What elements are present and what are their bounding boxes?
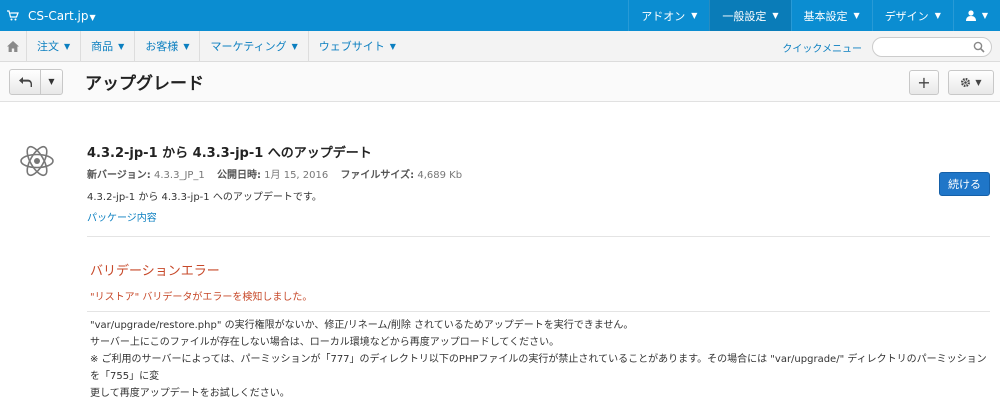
plus-icon: + <box>917 73 931 92</box>
subnav-website[interactable]: ウェブサイト ▼ <box>309 31 406 62</box>
update-description: 4.3.2-jp-1 から 4.3.3-jp-1 へのアップデートです。 <box>87 192 322 203</box>
subnav-label: マーケティング <box>210 40 287 53</box>
date-label: 公開日時: <box>216 170 261 181</box>
topnav-design[interactable]: デザイン ▼ <box>871 0 953 31</box>
quick-menu-link[interactable]: クイックメニュー <box>782 40 862 55</box>
chevron-down-icon: ▼ <box>975 78 982 87</box>
divider <box>87 236 990 237</box>
cart-icon[interactable] <box>0 10 26 21</box>
chevron-down-icon: ▼ <box>183 41 190 51</box>
validation-error-message: "リストア" バリデータがエラーを検知しました。 <box>90 292 313 303</box>
version-label: 新バージョン: <box>87 170 151 181</box>
atom-icon <box>18 142 56 183</box>
search-icon[interactable] <box>973 41 985 53</box>
validation-error-detail: "var/upgrade/restore.php" の実行権限がないか、修正/リ… <box>90 317 990 402</box>
chevron-down-icon: ▼ <box>291 41 298 51</box>
detail-line: ※ ご利用のサーバーによっては、パーミッションが「777」のディレクトリ以下のP… <box>90 354 987 382</box>
divider <box>87 311 990 312</box>
chevron-down-icon: ▼ <box>48 77 55 86</box>
user-icon <box>965 10 976 21</box>
subnav-label: 商品 <box>91 40 114 53</box>
date-value: 1月 15, 2016 <box>264 170 329 181</box>
topnav-label: 基本設定 <box>803 9 848 23</box>
chevron-down-icon: ▼ <box>981 11 988 20</box>
back-arrow-icon <box>18 76 32 87</box>
subnav-label: ウェブサイト <box>318 40 385 53</box>
size-label: ファイルサイズ: <box>340 170 415 181</box>
topnav-label: 一般設定 <box>722 9 767 23</box>
chevron-down-icon: ▼ <box>772 11 779 20</box>
chevron-down-icon: ▼ <box>389 41 396 51</box>
store-name: CS-Cart.jp <box>28 8 89 23</box>
settings-dropdown[interactable]: ▼ <box>948 70 994 95</box>
home-button[interactable] <box>0 30 27 62</box>
chevron-down-icon: ▼ <box>64 41 71 51</box>
topnav-addons[interactable]: アドオン ▼ <box>628 0 709 31</box>
chevron-down-icon: ▼ <box>853 11 860 20</box>
gear-icon <box>961 78 971 87</box>
topnav-label: アドオン <box>641 9 686 23</box>
add-button[interactable]: + <box>909 70 939 95</box>
size-value: 4,689 Kb <box>417 170 463 181</box>
subnav-products[interactable]: 商品 ▼ <box>81 30 136 62</box>
chevron-down-icon: ▼ <box>118 41 125 51</box>
home-icon <box>7 40 19 52</box>
top-bar: CS-Cart.jp▼ アドオン ▼ 一般設定 ▼ 基本設定 ▼ デザイン ▼ ▼ <box>0 0 1000 31</box>
store-switcher[interactable]: CS-Cart.jp▼ <box>28 9 96 23</box>
page-title: アップグレード <box>85 74 204 94</box>
topnav-label: デザイン <box>884 9 929 23</box>
package-contents-link[interactable]: パッケージ内容 <box>87 209 157 224</box>
chevron-down-icon: ▼ <box>934 11 941 20</box>
subnav-customers[interactable]: お客様 ▼ <box>135 30 201 62</box>
update-meta: 新バージョン: 4.3.3_JP_1 公開日時: 1月 15, 2016 ファイ… <box>87 166 462 181</box>
validation-error-title: バリデーションエラー <box>90 264 220 279</box>
detail-line: 更して再度アップデートをお試しください。 <box>90 388 290 399</box>
topnav-general-settings[interactable]: 一般設定 ▼ <box>709 0 791 31</box>
update-title: 4.3.2-jp-1 から 4.3.3-jp-1 へのアップデート <box>87 146 372 161</box>
back-history-dropdown[interactable]: ▼ <box>40 69 62 94</box>
topnav-basic-settings[interactable]: 基本設定 ▼ <box>790 0 872 31</box>
main-content: 4.3.2-jp-1 から 4.3.3-jp-1 へのアップデート 新バージョン… <box>0 102 1000 406</box>
subnav-marketing[interactable]: マーケティング ▼ <box>200 30 309 62</box>
detail-line: "var/upgrade/restore.php" の実行権限がないか、修正/リ… <box>90 320 634 331</box>
version-value: 4.3.3_JP_1 <box>154 170 205 181</box>
back-button-group: ▼ <box>9 68 63 95</box>
chevron-down-icon: ▼ <box>89 12 96 22</box>
back-button[interactable] <box>10 70 40 94</box>
continue-button[interactable]: 続ける <box>939 172 990 196</box>
search-input[interactable] <box>872 37 992 57</box>
user-menu[interactable]: ▼ <box>952 0 1000 31</box>
title-bar: ▼ アップグレード + ▼ <box>0 62 1000 102</box>
subnav-label: 注文 <box>37 40 59 53</box>
subnav-label: お客様 <box>145 40 179 53</box>
chevron-down-icon: ▼ <box>691 11 698 20</box>
subnav-orders[interactable]: 注文 ▼ <box>27 30 82 62</box>
detail-line: サーバー上にこのファイルが存在しない場合は、ローカル環境などから再度アップロード… <box>90 337 560 348</box>
sub-nav: 注文 ▼ 商品 ▼ お客様 ▼ マーケティング ▼ ウェブサイト ▼ クイックメニュー <box>0 30 1000 62</box>
